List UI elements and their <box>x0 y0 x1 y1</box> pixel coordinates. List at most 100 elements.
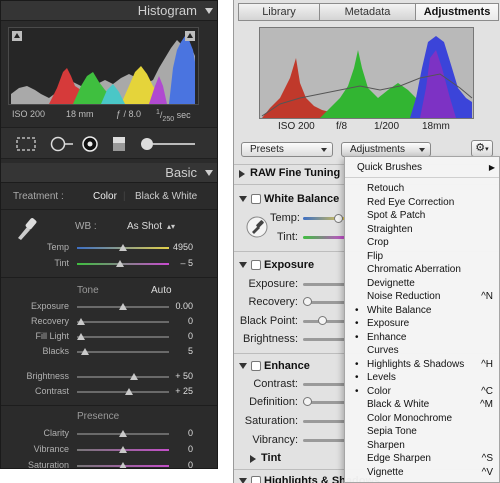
recovery-value[interactable]: 0 <box>188 316 193 326</box>
recovery-slider[interactable] <box>77 318 169 325</box>
wb-preset-select[interactable]: As Shot <box>127 221 162 232</box>
menu-item-chromatic-aberration[interactable]: Chromatic Aberration <box>345 263 499 276</box>
enhance-disclosure-icon[interactable] <box>239 363 247 369</box>
eyedropper-icon[interactable] <box>246 216 268 238</box>
menu-item-vignette[interactable]: Vignette ^V <box>345 466 499 479</box>
saturation-slider-thumb[interactable] <box>119 462 127 468</box>
menu-item-enhance[interactable]: • Enhance <box>345 331 499 344</box>
fill-light-value[interactable]: 0 <box>188 331 193 341</box>
spot-removal-tool-icon[interactable] <box>49 136 75 152</box>
histogram-header[interactable]: Histogram <box>1 1 217 21</box>
brightness-value[interactable]: + 50 <box>175 371 193 381</box>
tab-metadata[interactable]: Metadata <box>319 3 416 21</box>
brightness-slider-thumb[interactable] <box>130 373 138 380</box>
wb-tint-slider[interactable] <box>303 236 345 239</box>
fill-light-slider[interactable] <box>77 333 169 340</box>
vibrance-slider-thumb[interactable] <box>119 446 127 453</box>
menu-item-red-eye-correction[interactable]: Red Eye Correction <box>345 196 499 209</box>
menu-item-color[interactable]: • Color ^C <box>345 385 499 398</box>
menu-item-noise-reduction[interactable]: Noise Reduction ^N <box>345 290 499 303</box>
treatment-bw-option[interactable]: Black & White <box>135 191 197 202</box>
ap-contrast-slider[interactable] <box>303 383 345 386</box>
tint-header[interactable]: Tint <box>261 452 281 464</box>
collapse-triangle-icon[interactable] <box>205 170 213 176</box>
menu-item-sepia-tone[interactable]: Sepia Tone <box>345 425 499 438</box>
menu-item-retouch[interactable]: Retouch <box>345 182 499 195</box>
ap-definition-slider-knob[interactable] <box>303 397 312 406</box>
saturation-value[interactable]: 0 <box>188 460 193 468</box>
raw-fine-tuning-disclosure-icon[interactable] <box>239 170 245 178</box>
blacks-slider[interactable] <box>77 348 169 355</box>
vibrance-value[interactable]: 0 <box>188 444 193 454</box>
contrast-slider[interactable] <box>77 388 169 395</box>
menu-item-spot-patch[interactable]: Spot & Patch <box>345 209 499 222</box>
brightness-slider[interactable] <box>77 373 169 380</box>
menu-item-quick-brushes[interactable]: Quick Brushes ▶ <box>345 161 499 174</box>
enhance-header[interactable]: Enhance <box>264 360 310 372</box>
menu-item-edge-sharpen[interactable]: Edge Sharpen ^S <box>345 452 499 465</box>
temp-slider[interactable] <box>77 244 169 251</box>
basic-header[interactable]: Basic <box>1 163 217 183</box>
wb-temp-slider-knob[interactable] <box>334 214 343 223</box>
contrast-value[interactable]: + 25 <box>175 386 193 396</box>
gear-action-button[interactable]: ⚙▾ <box>471 140 493 157</box>
ap-brightness-slider[interactable] <box>303 338 345 341</box>
menu-item-exposure[interactable]: • Exposure <box>345 317 499 330</box>
exposure-slider[interactable] <box>77 303 169 310</box>
temp-slider-thumb[interactable] <box>119 244 127 251</box>
white-balance-disclosure-icon[interactable] <box>239 196 247 202</box>
tab-library[interactable]: Library <box>238 3 320 21</box>
graduated-filter-tool-icon[interactable] <box>111 136 127 152</box>
collapse-triangle-icon[interactable] <box>205 8 213 14</box>
ap-recovery-slider-knob[interactable] <box>303 297 312 306</box>
tone-auto-button[interactable]: Auto <box>151 285 172 296</box>
tint-disclosure-icon[interactable] <box>250 455 256 463</box>
white-balance-header[interactable]: White Balance <box>264 193 339 205</box>
exposure-slider-thumb[interactable] <box>119 303 127 310</box>
adjustment-brush-tool-icon[interactable] <box>139 136 199 152</box>
menu-item-highlights-shadows[interactable]: • Highlights & Shadows ^H <box>345 358 499 371</box>
highlight-clipping-icon[interactable] <box>185 31 195 41</box>
blacks-value[interactable]: 5 <box>188 346 193 356</box>
temp-value[interactable]: 4950 <box>173 242 193 252</box>
presets-popup-button[interactable]: Presets <box>241 142 333 157</box>
recovery-slider-thumb[interactable] <box>77 318 85 325</box>
tab-adjustments[interactable]: Adjustments <box>415 3 499 21</box>
menu-item-devignette[interactable]: Devignette <box>345 277 499 290</box>
exposure-disclosure-icon[interactable] <box>239 262 247 268</box>
saturation-slider[interactable] <box>77 462 169 468</box>
raw-fine-tuning-header[interactable]: RAW Fine Tuning <box>250 167 340 179</box>
vibrance-slider[interactable] <box>77 446 169 453</box>
menu-item-black-white[interactable]: Black & White ^M <box>345 398 499 411</box>
ap-saturation-slider[interactable] <box>303 420 345 423</box>
ap-black-point-slider-knob[interactable] <box>318 316 327 325</box>
treatment-color-option[interactable]: Color <box>93 191 117 202</box>
menu-item-curves[interactable]: Curves <box>345 344 499 357</box>
tint-value[interactable]: – 5 <box>180 258 193 268</box>
white-balance-checkbox[interactable] <box>251 194 261 204</box>
menu-item-color-monochrome[interactable]: Color Monochrome <box>345 412 499 425</box>
shadow-clipping-icon[interactable] <box>12 31 22 41</box>
adjustments-popup-button[interactable]: Adjustments <box>341 142 431 157</box>
menu-item-sharpen[interactable]: Sharpen <box>345 439 499 452</box>
menu-item-flip[interactable]: Flip <box>345 250 499 263</box>
clarity-slider[interactable] <box>77 430 169 437</box>
blacks-slider-thumb[interactable] <box>81 348 89 355</box>
menu-item-white-balance[interactable]: • White Balance <box>345 304 499 317</box>
exposure-header[interactable]: Exposure <box>264 259 314 271</box>
ap-exposure-slider[interactable] <box>303 283 345 286</box>
tint-slider[interactable] <box>77 260 169 267</box>
menu-item-straighten[interactable]: Straighten <box>345 223 499 236</box>
highlights-shadows-disclosure-icon[interactable] <box>239 478 247 483</box>
menu-item-crop[interactable]: Crop <box>345 236 499 249</box>
exposure-value[interactable]: 0.00 <box>175 301 193 311</box>
red-eye-tool-icon[interactable] <box>81 136 99 152</box>
menu-item-levels[interactable]: • Levels <box>345 371 499 384</box>
highlights-shadows-checkbox[interactable] <box>251 476 261 483</box>
ap-vibrancy-slider[interactable] <box>303 439 345 442</box>
exposure-checkbox[interactable] <box>251 260 261 270</box>
clarity-slider-thumb[interactable] <box>119 430 127 437</box>
enhance-checkbox[interactable] <box>251 361 261 371</box>
contrast-slider-thumb[interactable] <box>125 388 133 395</box>
fill-light-slider-thumb[interactable] <box>77 333 85 340</box>
